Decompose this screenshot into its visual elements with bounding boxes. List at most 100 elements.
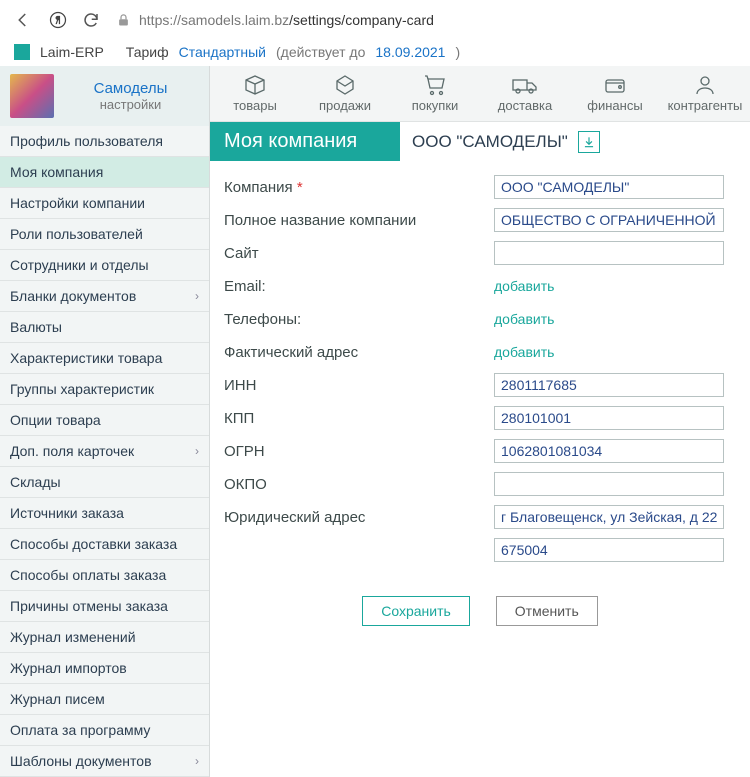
sidebar-item[interactable]: Шаблоны документов › — [0, 746, 209, 777]
sidebar-item-label: Шаблоны документов — [10, 753, 152, 769]
sidebar-header[interactable]: Самоделы настройки — [0, 66, 209, 126]
sidebar-item[interactable]: Характеристики товара — [0, 343, 209, 374]
tariff-until-date[interactable]: 18.09.2021 — [375, 44, 445, 60]
app-bar: Laim-ERP Тариф Стандартный (действует до… — [0, 40, 750, 66]
nav-goods[interactable]: товары — [210, 66, 300, 121]
sidebar-item[interactable]: Способы доставки заказа — [0, 529, 209, 560]
company-logo-thumb — [10, 74, 54, 118]
sidebar-item[interactable]: Оплата за программу — [0, 715, 209, 746]
sidebar-item[interactable]: Настройки компании — [0, 188, 209, 219]
sidebar-item-label: Роли пользователей — [10, 226, 143, 242]
sidebar-item-label: Моя компания — [10, 164, 103, 180]
tariff-label: Тариф — [126, 44, 169, 60]
nav-finance[interactable]: финансы — [570, 66, 660, 121]
browser-bar: https://samodels.laim.bz/settings/compan… — [0, 0, 750, 40]
sidebar-item[interactable]: Способы оплаты заказа — [0, 560, 209, 591]
page-subtitle: ООО "САМОДЕЛЫ" — [412, 132, 568, 152]
sidebar-item[interactable]: Профиль пользователя — [0, 126, 209, 157]
legal-address-input[interactable] — [494, 505, 724, 529]
company-label: Компания — [224, 179, 293, 196]
app-logo — [14, 44, 30, 60]
back-icon[interactable] — [14, 11, 32, 29]
add-email-link[interactable]: добавить — [494, 278, 554, 294]
sidebar-item-label: Склады — [10, 474, 61, 490]
sidebar-item[interactable]: Журнал писем — [0, 684, 209, 715]
legal-address-label: Юридический адрес — [224, 509, 494, 526]
nav-delivery[interactable]: доставка — [480, 66, 570, 121]
nav-sales[interactable]: продажи — [300, 66, 390, 121]
person-icon — [662, 72, 748, 98]
truck-icon — [482, 72, 568, 98]
cancel-button[interactable]: Отменить — [496, 596, 598, 626]
nav-label: доставка — [482, 98, 568, 113]
sidebar-item-label: Бланки документов — [10, 288, 136, 304]
sidebar-item-label: Источники заказа — [10, 505, 124, 521]
sidebar-item-label: Журнал импортов — [10, 660, 127, 676]
url-bar[interactable]: https://samodels.laim.bz/settings/compan… — [116, 12, 434, 28]
sidebar-item[interactable]: Журнал импортов — [0, 653, 209, 684]
lock-icon — [116, 13, 131, 28]
site-label: Сайт — [224, 245, 494, 262]
yandex-icon[interactable] — [48, 10, 66, 30]
cart-icon — [392, 72, 478, 98]
ogrn-input[interactable] — [494, 439, 724, 463]
url-host: https://samodels.laim.bz — [139, 12, 289, 28]
page-title: Моя компания — [210, 122, 400, 161]
company-input[interactable] — [494, 175, 724, 199]
sidebar-item[interactable]: Валюты — [0, 312, 209, 343]
sidebar-item-label: Настройки компании — [10, 195, 145, 211]
tariff-until-suffix: ) — [455, 44, 460, 60]
okpo-label: ОКПО — [224, 476, 494, 493]
nav-label: контрагенты — [662, 98, 748, 113]
top-nav: товары продажи покупки доставка финансы … — [210, 66, 750, 122]
nav-purchases[interactable]: покупки — [390, 66, 480, 121]
wallet-icon — [572, 72, 658, 98]
sidebar-item-label: Характеристики товара — [10, 350, 162, 366]
nav-label: продажи — [302, 98, 388, 113]
inn-input[interactable] — [494, 373, 724, 397]
sidebar-item[interactable]: Склады — [0, 467, 209, 498]
sidebar-brand-sub: настройки — [62, 97, 199, 112]
sidebar-item[interactable]: Моя компания — [0, 157, 209, 188]
actual-address-label: Фактический адрес — [224, 344, 494, 361]
sidebar-item[interactable]: Бланки документов › — [0, 281, 209, 312]
tariff-plan[interactable]: Стандартный — [179, 44, 266, 60]
fullname-input[interactable] — [494, 208, 724, 232]
chevron-right-icon: › — [195, 754, 199, 768]
kpp-input[interactable] — [494, 406, 724, 430]
chevron-right-icon: › — [195, 444, 199, 458]
nav-label: финансы — [572, 98, 658, 113]
sidebar-item[interactable]: Источники заказа — [0, 498, 209, 529]
sidebar-item-label: Профиль пользователя — [10, 133, 163, 149]
add-phone-link[interactable]: добавить — [494, 311, 554, 327]
sidebar-item[interactable]: Доп. поля карточек › — [0, 436, 209, 467]
legal-zip-input[interactable] — [494, 538, 724, 562]
add-actual-address-link[interactable]: добавить — [494, 344, 554, 360]
sidebar-item-label: Доп. поля карточек — [10, 443, 134, 459]
ogrn-label: ОГРН — [224, 443, 494, 460]
sidebar-item-label: Причины отмены заказа — [10, 598, 168, 614]
okpo-input[interactable] — [494, 472, 724, 496]
sidebar-item[interactable]: Роли пользователей — [0, 219, 209, 250]
fullname-label: Полное название компании — [224, 212, 494, 229]
site-input[interactable] — [494, 241, 724, 265]
sidebar-item-label: Способы доставки заказа — [10, 536, 177, 552]
save-button[interactable]: Сохранить — [362, 596, 470, 626]
sidebar-item[interactable]: Причины отмены заказа — [0, 591, 209, 622]
sidebar-item[interactable]: Сотрудники и отделы — [0, 250, 209, 281]
sidebar-item-label: Валюты — [10, 319, 62, 335]
package-icon — [302, 72, 388, 98]
reload-icon[interactable] — [82, 11, 100, 29]
download-button[interactable] — [578, 131, 600, 153]
nav-contragents[interactable]: контрагенты — [660, 66, 750, 121]
sidebar-item[interactable]: Опции товара — [0, 405, 209, 436]
company-form: Компания * Полное название компании Сайт… — [210, 161, 750, 640]
sidebar-item[interactable]: Журнал изменений — [0, 622, 209, 653]
chevron-right-icon: › — [195, 289, 199, 303]
main: товары продажи покупки доставка финансы … — [210, 66, 750, 777]
sidebar-item[interactable]: Группы характеристик — [0, 374, 209, 405]
form-buttons: Сохранить Отменить — [224, 596, 736, 626]
sidebar-item-label: Журнал изменений — [10, 629, 136, 645]
sidebar-item-label: Журнал писем — [10, 691, 105, 707]
sidebar-item-label: Оплата за программу — [10, 722, 150, 738]
